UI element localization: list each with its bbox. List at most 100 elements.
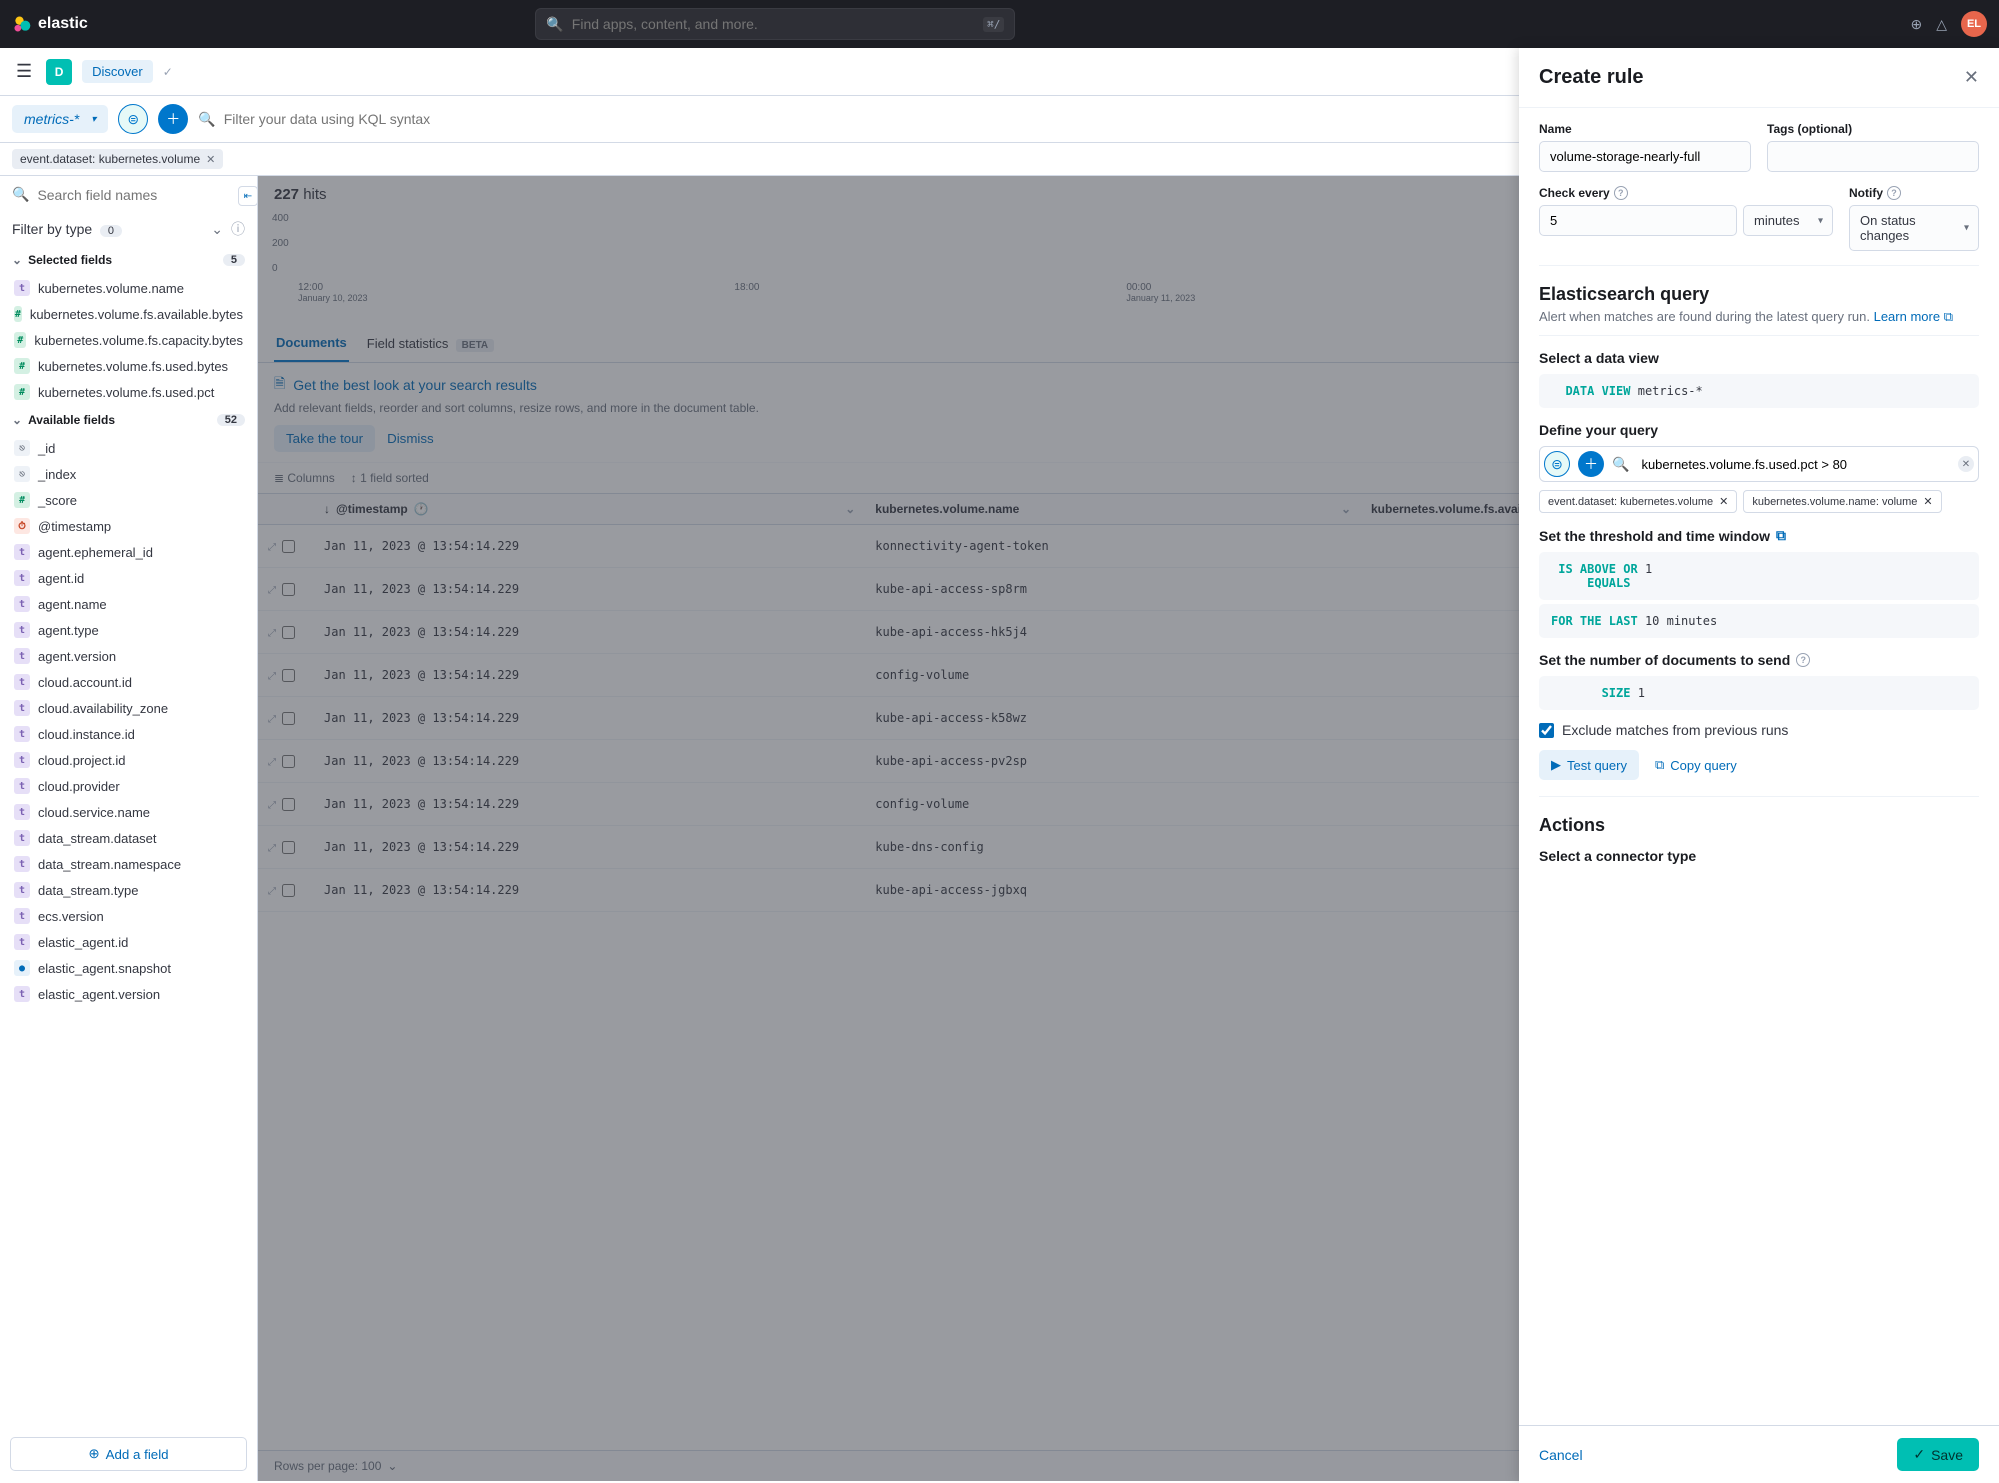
row-checkbox[interactable] bbox=[282, 583, 295, 596]
add-filter-icon[interactable]: ＋ bbox=[1578, 451, 1604, 477]
cancel-button[interactable]: Cancel bbox=[1539, 1447, 1583, 1463]
check-every-unit[interactable]: minutes bbox=[1743, 205, 1833, 236]
query-filter-pill[interactable]: kubernetes.volume.name: volume✕ bbox=[1743, 490, 1941, 513]
expand-icon[interactable] bbox=[268, 539, 276, 553]
column-header[interactable]: @timestamp 🕐⌄ bbox=[314, 494, 865, 525]
field-item[interactable]: #kubernetes.volume.fs.capacity.bytes bbox=[0, 327, 257, 353]
copy-query-button[interactable]: ⧉Copy query bbox=[1649, 750, 1743, 780]
field-item[interactable]: ⎋_id bbox=[0, 435, 257, 461]
rule-query-input[interactable] bbox=[1637, 453, 1950, 476]
remove-icon[interactable]: ✕ bbox=[1719, 495, 1728, 508]
chevron-down-icon[interactable]: ⌄ bbox=[211, 221, 223, 238]
dismiss-button[interactable]: Dismiss bbox=[387, 425, 434, 452]
close-icon[interactable]: ✕ bbox=[1964, 67, 1979, 88]
expand-icon[interactable] bbox=[268, 883, 276, 897]
expand-icon[interactable] bbox=[268, 840, 276, 854]
field-item[interactable]: tkubernetes.volume.name bbox=[0, 275, 257, 301]
tab-documents[interactable]: Documents bbox=[274, 325, 349, 362]
time-window-block[interactable]: FOR THE LAST 10 minutes bbox=[1539, 604, 1979, 638]
field-item[interactable]: telastic_agent.version bbox=[0, 981, 257, 1007]
tab-field-stats[interactable]: Field statistics BETA bbox=[365, 326, 496, 361]
field-item[interactable]: tcloud.project.id bbox=[0, 747, 257, 773]
field-item[interactable]: tagent.type bbox=[0, 617, 257, 643]
field-item[interactable]: telastic_agent.id bbox=[0, 929, 257, 955]
row-checkbox[interactable] bbox=[282, 712, 295, 725]
field-item[interactable]: tagent.id bbox=[0, 565, 257, 591]
field-item[interactable]: ⏱@timestamp bbox=[0, 513, 257, 539]
row-checkbox[interactable] bbox=[282, 755, 295, 768]
field-item[interactable]: tagent.version bbox=[0, 643, 257, 669]
exclude-checkbox-row[interactable]: Exclude matches from previous runs bbox=[1539, 722, 1979, 738]
expand-icon[interactable] bbox=[268, 754, 276, 768]
field-item[interactable]: tcloud.availability_zone bbox=[0, 695, 257, 721]
take-tour-button[interactable]: Take the tour bbox=[274, 425, 375, 452]
field-item[interactable]: ●elastic_agent.snapshot bbox=[0, 955, 257, 981]
field-search-input[interactable] bbox=[37, 187, 245, 203]
available-fields-header[interactable]: ⌄Available fields 52 bbox=[0, 405, 257, 435]
help-icon[interactable]: ? bbox=[1614, 186, 1628, 200]
add-filter-icon[interactable]: ＋ bbox=[158, 104, 188, 134]
sort-button[interactable]: ↕ 1 field sorted bbox=[351, 471, 429, 485]
data-view-display[interactable]: DATA VIEW metrics-* bbox=[1539, 374, 1979, 408]
rule-name-input[interactable] bbox=[1539, 141, 1751, 172]
app-name-breadcrumb[interactable]: Discover bbox=[82, 60, 153, 83]
notify-select[interactable]: On status changes bbox=[1849, 205, 1979, 251]
column-header[interactable]: kubernetes.volume.name⌄ bbox=[865, 494, 1361, 525]
user-avatar[interactable]: EL bbox=[1961, 11, 1987, 37]
remove-chip-icon[interactable]: ✕ bbox=[206, 153, 215, 166]
field-item[interactable]: tdata_stream.namespace bbox=[0, 851, 257, 877]
field-search[interactable]: 🔍 bbox=[0, 176, 257, 213]
row-checkbox[interactable] bbox=[282, 798, 295, 811]
row-checkbox[interactable] bbox=[282, 841, 295, 854]
field-item[interactable]: tcloud.provider bbox=[0, 773, 257, 799]
filter-options-icon[interactable]: ⊜ bbox=[1544, 451, 1570, 477]
field-item[interactable]: #kubernetes.volume.fs.used.pct bbox=[0, 379, 257, 405]
field-item[interactable]: #_score bbox=[0, 487, 257, 513]
expand-icon[interactable] bbox=[268, 582, 276, 596]
filter-chip[interactable]: event.dataset: kubernetes.volume ✕ bbox=[12, 149, 223, 169]
filter-options-icon[interactable]: ⊜ bbox=[118, 104, 148, 134]
field-item[interactable]: ⎋_index bbox=[0, 461, 257, 487]
check-every-value[interactable] bbox=[1539, 205, 1737, 236]
global-search[interactable]: 🔍 ⌘/ bbox=[535, 8, 1015, 40]
filter-by-type[interactable]: Filter by type 0 ⌄ ⓘ bbox=[0, 213, 257, 245]
row-checkbox[interactable] bbox=[282, 626, 295, 639]
field-item[interactable]: tecs.version bbox=[0, 903, 257, 929]
collapse-sidebar-icon[interactable]: ⇤ bbox=[238, 186, 258, 206]
help-icon[interactable]: ⊕ bbox=[1910, 16, 1922, 33]
elastic-logo[interactable]: elastic bbox=[12, 14, 88, 34]
columns-button[interactable]: ≣ Columns bbox=[274, 471, 335, 485]
data-view-selector[interactable]: metrics-* bbox=[12, 105, 108, 133]
field-item[interactable]: tdata_stream.type bbox=[0, 877, 257, 903]
expand-icon[interactable] bbox=[268, 797, 276, 811]
field-item[interactable]: #kubernetes.volume.fs.used.bytes bbox=[0, 353, 257, 379]
field-item[interactable]: tcloud.account.id bbox=[0, 669, 257, 695]
field-item[interactable]: #kubernetes.volume.fs.available.bytes bbox=[0, 301, 257, 327]
remove-icon[interactable]: ✕ bbox=[1923, 495, 1932, 508]
learn-more-link[interactable]: Learn more ⧉ bbox=[1874, 309, 1953, 324]
expand-icon[interactable] bbox=[268, 711, 276, 725]
field-item[interactable]: tcloud.instance.id bbox=[0, 721, 257, 747]
exclude-checkbox[interactable] bbox=[1539, 723, 1554, 738]
row-checkbox[interactable] bbox=[282, 540, 295, 553]
news-icon[interactable]: △ bbox=[1936, 16, 1947, 33]
copy-icon[interactable]: ⧉ bbox=[1776, 527, 1786, 544]
expand-icon[interactable] bbox=[268, 625, 276, 639]
query-filter-pill[interactable]: event.dataset: kubernetes.volume✕ bbox=[1539, 490, 1737, 513]
help-icon[interactable]: ? bbox=[1887, 186, 1901, 200]
selected-fields-header[interactable]: ⌄Selected fields 5 bbox=[0, 245, 257, 275]
row-checkbox[interactable] bbox=[282, 884, 295, 897]
row-checkbox[interactable] bbox=[282, 669, 295, 682]
nav-toggle-icon[interactable]: ☰ bbox=[12, 57, 36, 86]
clear-query-icon[interactable]: ✕ bbox=[1958, 456, 1974, 472]
field-item[interactable]: tagent.name bbox=[0, 591, 257, 617]
size-block[interactable]: SIZE 1 bbox=[1539, 676, 1979, 710]
expand-icon[interactable] bbox=[268, 668, 276, 682]
tags-input[interactable] bbox=[1767, 141, 1979, 172]
save-rule-button[interactable]: ✓Save bbox=[1897, 1438, 1979, 1471]
field-item[interactable]: tcloud.service.name bbox=[0, 799, 257, 825]
field-item[interactable]: tagent.ephemeral_id bbox=[0, 539, 257, 565]
test-query-button[interactable]: ▶Test query bbox=[1539, 750, 1639, 780]
help-icon[interactable]: ? bbox=[1796, 653, 1810, 667]
add-field-button[interactable]: ⊕ Add a field bbox=[10, 1437, 247, 1471]
